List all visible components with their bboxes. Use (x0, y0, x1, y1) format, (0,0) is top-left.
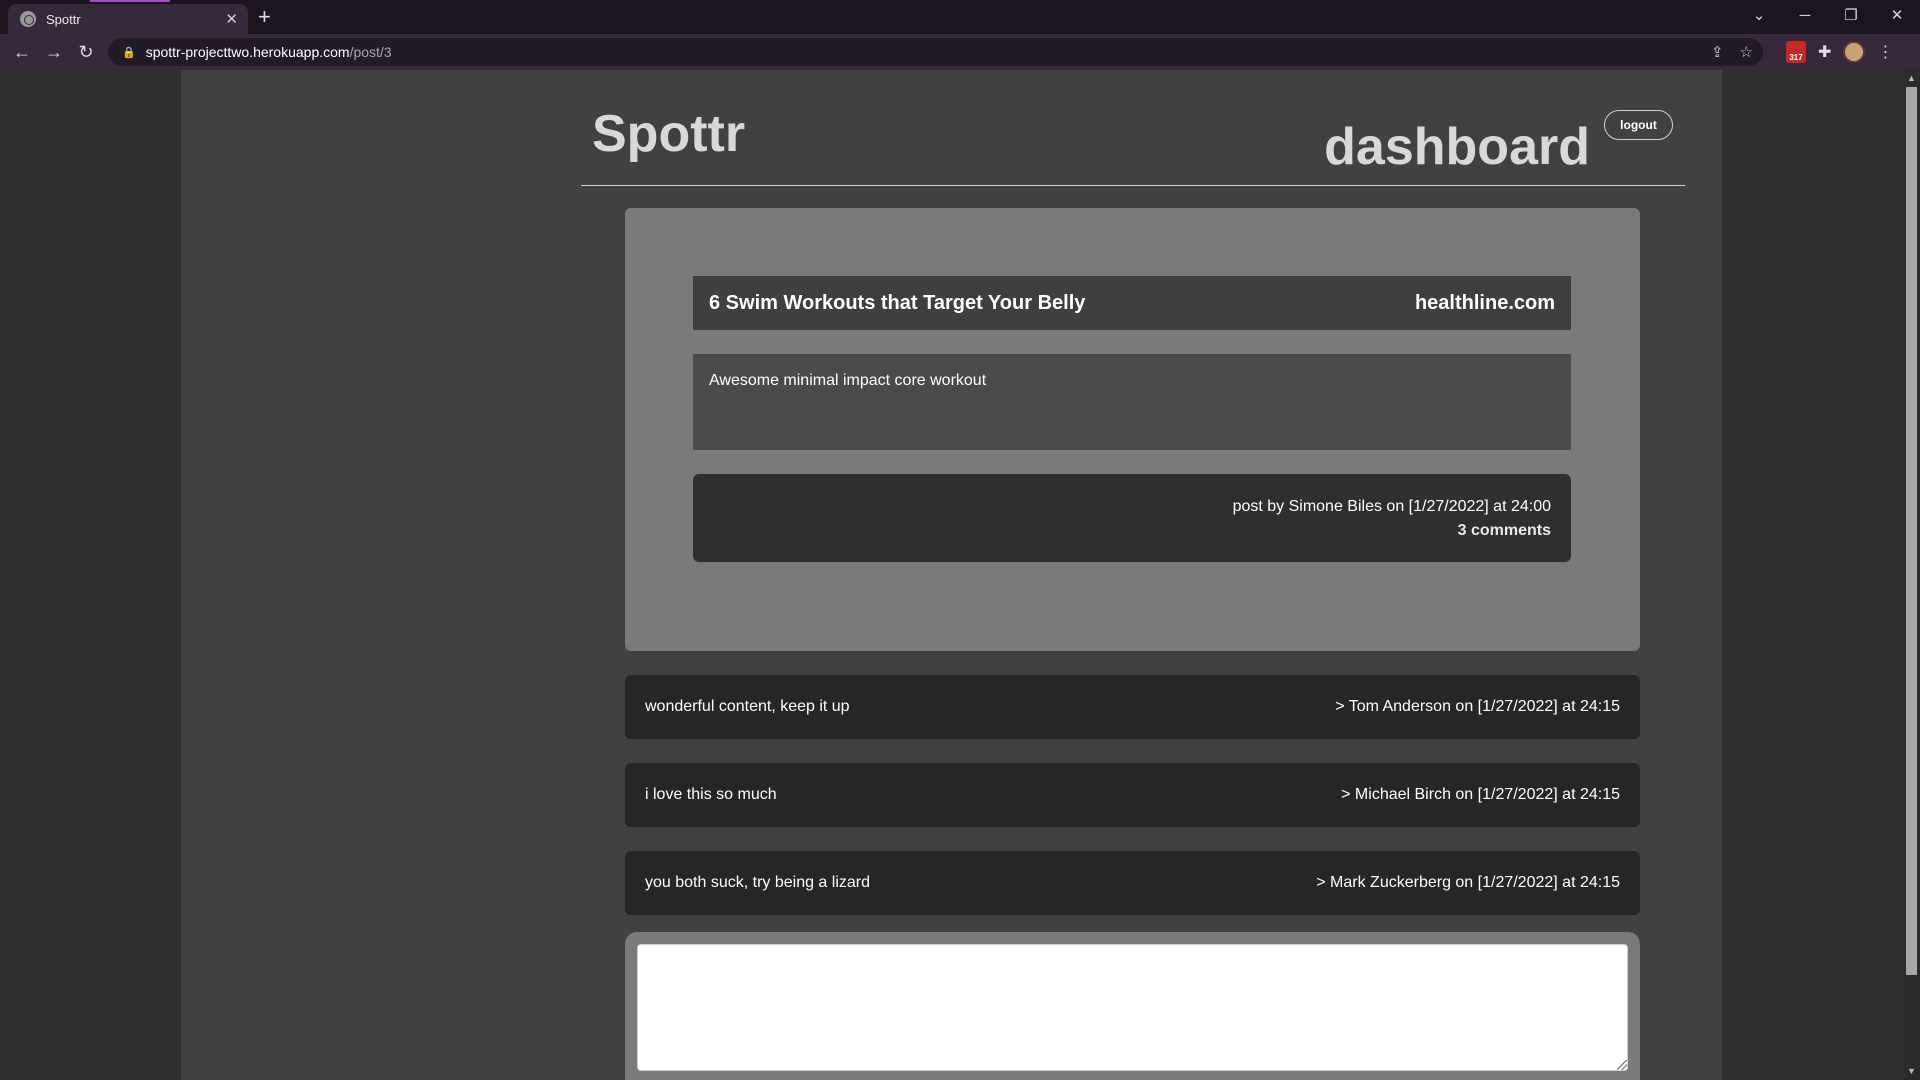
comment-text: you both suck, try being a lizard (645, 874, 871, 891)
kebab-menu-icon[interactable]: ⋮ (1877, 42, 1893, 62)
resize-grip-icon[interactable] (1617, 1060, 1627, 1070)
minimize-button[interactable]: ─ (1782, 7, 1828, 24)
extension-area: 317 ✚ ⋮ (1786, 34, 1893, 70)
profile-avatar[interactable] (1843, 41, 1866, 63)
share-icon[interactable]: ⇪ (1711, 43, 1724, 61)
page-viewport: Spottr dashboard logout 6 Swim Workouts … (0, 70, 1920, 1080)
post-title[interactable]: 6 Swim Workouts that Target Your Belly (709, 292, 1085, 315)
browser-tab-strip: Spottr ✕ + ⌄ ─ ❐ ✕ (0, 0, 1920, 34)
address-bar[interactable]: 🔒 spottr-projecttwo.herokuapp.com/post/3… (108, 38, 1763, 66)
gmail-badge: 317 (1789, 53, 1803, 62)
comment-meta: > Michael Birch on [1/27/2022] at 24:15 (1341, 786, 1620, 803)
comment-meta: > Mark Zuckerberg on [1/27/2022] at 24:1… (1316, 874, 1620, 891)
comment-item: wonderful content, keep it up > Tom Ande… (625, 675, 1640, 739)
post-body: Awesome minimal impact core workout (693, 354, 1571, 450)
back-icon[interactable]: ← (6, 42, 38, 63)
bookmark-star-icon[interactable]: ☆ (1740, 43, 1753, 61)
restore-button[interactable]: ❐ (1828, 6, 1874, 24)
new-tab-button[interactable]: + (258, 4, 271, 30)
comment-meta: > Tom Anderson on [1/27/2022] at 24:15 (1335, 698, 1620, 715)
brand-logo[interactable]: Spottr (592, 104, 745, 164)
post-card: 6 Swim Workouts that Target Your Belly h… (625, 208, 1640, 651)
comment-item: i love this so much > Michael Birch on [… (625, 763, 1640, 827)
browser-tab[interactable]: Spottr ✕ (8, 4, 248, 34)
dashboard-link[interactable]: dashboard (1324, 117, 1590, 177)
post-source-link[interactable]: healthline.com (1415, 292, 1555, 315)
tab-accent (90, 0, 170, 2)
page-scrollbar[interactable]: ▲ ▼ (1903, 70, 1920, 1080)
scroll-down-arrow-icon[interactable]: ▼ (1903, 1063, 1920, 1080)
url-host: spottr-projecttwo.herokuapp.com (145, 44, 350, 60)
post-meta: post by Simone Biles on [1/27/2022] at 2… (693, 474, 1571, 562)
browser-toolbar: ← → ↻ 🔒 spottr-projecttwo.herokuapp.com /… (0, 34, 1920, 70)
post-header: 6 Swim Workouts that Target Your Belly h… (693, 276, 1571, 330)
url-path: /post/3 (349, 44, 392, 60)
gmail-extension-icon[interactable]: 317 (1786, 41, 1806, 63)
close-icon[interactable]: ✕ (225, 10, 238, 28)
tab-search-icon[interactable]: ⌄ (1736, 6, 1782, 24)
forward-icon[interactable]: → (38, 42, 70, 63)
extensions-puzzle-icon[interactable]: ✚ (1818, 42, 1831, 62)
logout-button[interactable]: logout (1604, 110, 1673, 140)
tab-title: Spottr (46, 11, 81, 27)
new-comment-form (625, 932, 1640, 1080)
scroll-up-arrow-icon[interactable]: ▲ (1903, 70, 1920, 87)
post-author-date: post by Simone Biles on [1/27/2022] at 2… (1232, 498, 1551, 515)
lock-icon[interactable]: 🔒 (122, 46, 136, 59)
content-column: Spottr dashboard logout 6 Swim Workouts … (181, 70, 1722, 1080)
comment-text: i love this so much (645, 786, 777, 803)
globe-icon (20, 11, 36, 27)
window-close-button[interactable]: ✕ (1874, 6, 1920, 24)
scrollbar-thumb[interactable] (1906, 87, 1917, 975)
comment-count: 3 comments (1457, 522, 1551, 539)
site-header: Spottr dashboard logout (581, 70, 1685, 186)
comment-text: wonderful content, keep it up (645, 698, 850, 715)
reload-icon[interactable]: ↻ (70, 42, 102, 63)
comment-textarea[interactable] (637, 944, 1628, 1071)
window-controls: ⌄ ─ ❐ ✕ (1736, 0, 1920, 30)
address-bar-actions: ⇪ ☆ (1711, 38, 1753, 66)
comment-item: you both suck, try being a lizard > Mark… (625, 851, 1640, 915)
